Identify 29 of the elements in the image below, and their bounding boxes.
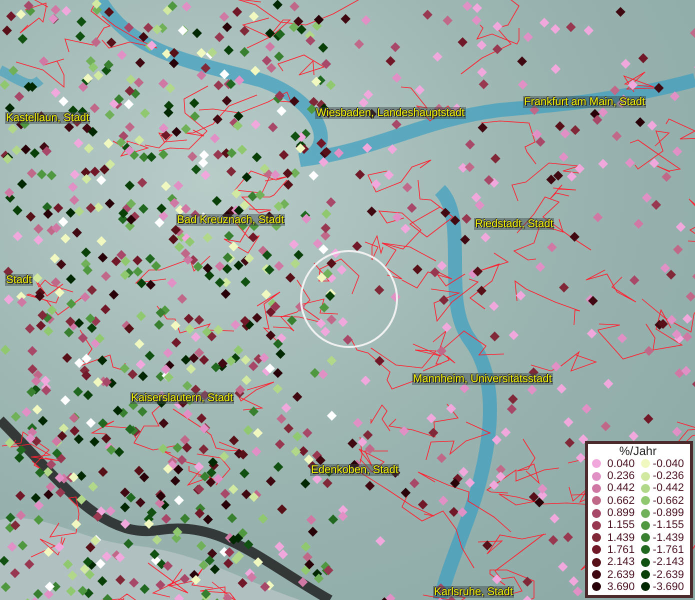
legend-label: 1.439 (606, 532, 635, 544)
legend-label: 0.899 (606, 507, 635, 520)
place-label: Kaiserslautern, Stadt (130, 392, 234, 404)
legend-label: -0.040 (652, 458, 684, 470)
legend-label: -0.662 (652, 494, 684, 507)
place-label: Karlsruhe, Stadt (433, 586, 514, 598)
place-label: Mannheim, Universitätsstadt (412, 373, 553, 385)
legend-label: -0.236 (652, 470, 684, 482)
legend-label: 0.236 (606, 470, 635, 482)
legend-label: -3.690 (652, 580, 684, 593)
legend-label: 1.761 (606, 544, 635, 556)
legend-label: 2.639 (606, 568, 635, 581)
legend-label: -1.439 (652, 532, 684, 544)
legend-label: 3.690 (606, 580, 635, 593)
legend-label: -1.761 (652, 544, 684, 556)
legend-label: -1.155 (652, 519, 684, 532)
legend-label: 0.442 (606, 482, 635, 494)
legend-label: -0.899 (652, 507, 684, 520)
legend-label: 0.040 (606, 458, 635, 470)
legend-title: %/Jahr (619, 444, 657, 458)
legend-label: 0.662 (606, 494, 635, 507)
legend-label: -2.639 (652, 568, 684, 581)
legend-label: 2.143 (606, 556, 635, 568)
place-label: Frankfurt am Main, Stadt (523, 96, 646, 108)
legend-label: -2.143 (652, 556, 684, 568)
place-label: Stadt (5, 274, 33, 286)
legend-label: -0.442 (652, 482, 684, 494)
place-label: Bad Kreuznach, Stadt (176, 214, 286, 226)
legend-label: 1.155 (606, 519, 635, 532)
